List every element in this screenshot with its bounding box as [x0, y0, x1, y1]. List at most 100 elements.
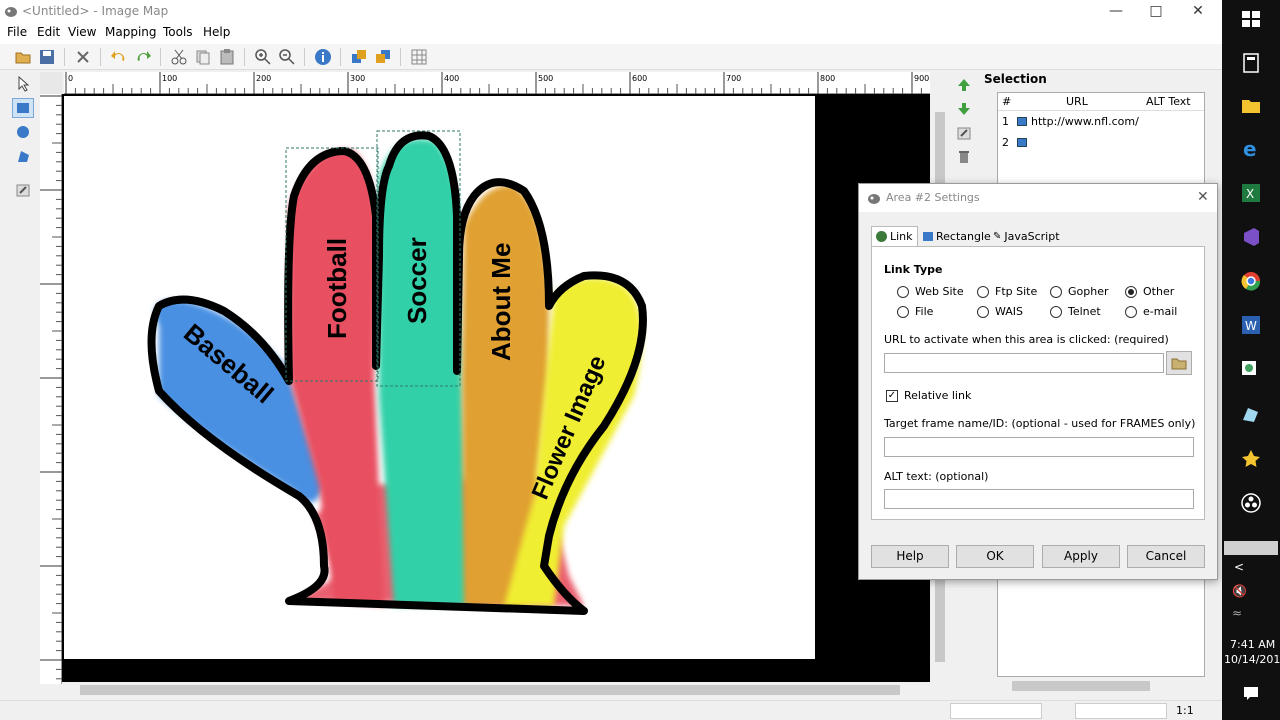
horizontal-ruler: 0 100 200 300 400 500 600 700 800 900 — [64, 72, 930, 94]
label-soccer: Soccer — [402, 237, 432, 324]
column-num[interactable]: # — [1002, 95, 1011, 108]
undo-icon[interactable] — [110, 48, 128, 66]
vertical-ruler — [40, 94, 62, 684]
radio-other[interactable]: Other — [1125, 285, 1174, 298]
alt-text-input[interactable] — [884, 489, 1194, 509]
radio-gopher[interactable]: Gopher — [1050, 285, 1109, 298]
browse-button[interactable] — [1166, 351, 1192, 375]
url-input[interactable] — [884, 353, 1164, 373]
excel-icon[interactable]: X — [1240, 182, 1262, 204]
ruler-label: 500 — [538, 74, 553, 83]
edit-tool[interactable] — [12, 180, 34, 200]
zoom-out-icon[interactable] — [278, 48, 296, 66]
move-to-front-icon[interactable] — [350, 48, 368, 66]
column-url[interactable]: URL — [1066, 95, 1088, 108]
selection-row[interactable]: 1 http://www.nfl.com/ — [998, 113, 1204, 131]
radio-file[interactable]: File — [897, 305, 933, 318]
word-icon[interactable]: W — [1240, 314, 1262, 336]
grid-icon[interactable] — [410, 48, 428, 66]
volume-muted-icon[interactable]: 🔇 — [1232, 584, 1247, 598]
redo-icon[interactable] — [134, 48, 152, 66]
hand-image: Baseball Football Soccer About Me Flower… — [147, 130, 647, 615]
image-canvas[interactable]: Baseball Football Soccer About Me Flower… — [64, 96, 815, 659]
radio-web-site-label: Web Site — [915, 285, 964, 298]
radio-ftp-site-dot — [977, 285, 989, 298]
clock-date[interactable]: 10/14/2017 — [1224, 653, 1280, 666]
visual-studio-icon[interactable] — [1240, 226, 1262, 248]
row-url: http://www.nfl.com/ — [1031, 115, 1139, 128]
save-icon[interactable] — [38, 48, 56, 66]
copy-icon[interactable] — [194, 48, 212, 66]
radio-ftp-site[interactable]: Ftp Site — [977, 285, 1037, 298]
horizontal-scroll-thumb[interactable] — [80, 685, 900, 695]
radio-file-label: File — [915, 305, 934, 318]
finger-football[interactable] — [289, 149, 384, 606]
radio-other-dot — [1125, 285, 1137, 298]
tab-javascript[interactable]: ✎ JavaScript — [989, 226, 1064, 246]
chrome-icon[interactable] — [1240, 270, 1262, 292]
ruler-label: 300 — [350, 74, 365, 83]
target-input[interactable] — [884, 437, 1194, 457]
horizontal-scrollbar[interactable] — [62, 682, 932, 698]
column-alt-text[interactable]: ALT Text — [1146, 95, 1191, 108]
radio-telnet[interactable]: Telnet — [1050, 305, 1101, 318]
apply-button[interactable]: Apply — [1042, 545, 1120, 568]
relative-link-checkbox[interactable]: ✓ Relative link — [886, 389, 971, 402]
maximize-button[interactable]: □ — [1136, 2, 1176, 22]
selection-row[interactable]: 2 — [998, 134, 1204, 152]
menu-edit[interactable]: Edit — [37, 25, 60, 39]
calculator-icon[interactable] — [1240, 52, 1262, 74]
radio-wais[interactable]: WAIS — [977, 305, 1023, 318]
move-down-icon[interactable] — [957, 102, 971, 116]
paint-icon[interactable] — [1240, 404, 1262, 426]
favorites-icon[interactable] — [1240, 448, 1262, 470]
circle-tool[interactable] — [12, 122, 34, 142]
svg-text:e: e — [1243, 138, 1257, 160]
radio-file-dot — [897, 305, 909, 318]
tab-link[interactable]: Link — [871, 226, 918, 246]
obs-icon[interactable] — [1240, 492, 1262, 514]
send-to-back-icon[interactable] — [374, 48, 392, 66]
clock-time[interactable]: 7:41 AM — [1230, 638, 1275, 651]
tab-rectangle[interactable]: Rectangle — [919, 226, 995, 246]
preferences-icon[interactable] — [74, 48, 92, 66]
pointer-tool[interactable] — [12, 74, 34, 94]
list-scroll-thumb[interactable] — [1012, 681, 1150, 691]
rectangle-tool[interactable] — [12, 98, 34, 118]
vertical-ruler-ticks — [40, 95, 62, 680]
action-center-icon[interactable] — [1240, 682, 1262, 704]
zoom-in-icon[interactable] — [254, 48, 272, 66]
info-icon[interactable] — [314, 48, 332, 66]
cut-icon[interactable] — [170, 48, 188, 66]
open-icon[interactable] — [14, 48, 32, 66]
ruler-label: 400 — [444, 74, 459, 83]
edit-area-icon[interactable] — [957, 126, 971, 140]
windows-taskbar: e X W < 🔇 ≈ 7:41 AM 10/14/2017 — [1222, 0, 1280, 720]
file-explorer-icon[interactable] — [1240, 94, 1262, 116]
ok-button[interactable]: OK — [956, 545, 1034, 568]
dialog-close-button[interactable]: ✕ — [1197, 189, 1209, 205]
cancel-button[interactable]: Cancel — [1127, 545, 1205, 568]
radio-email[interactable]: e-mail — [1125, 305, 1177, 318]
chevron-left-icon[interactable]: < — [1234, 560, 1244, 574]
paste-icon[interactable] — [218, 48, 236, 66]
delete-area-icon[interactable] — [957, 150, 971, 164]
gimp-taskbar-icon[interactable] — [1240, 358, 1262, 380]
menu-file[interactable]: File — [7, 25, 27, 39]
status-bar: 1:1 — [0, 700, 1222, 720]
edge-icon[interactable]: e — [1240, 138, 1262, 160]
menu-help[interactable]: Help — [203, 25, 230, 39]
close-button[interactable]: ✕ — [1178, 2, 1218, 22]
menu-tools[interactable]: Tools — [163, 25, 193, 39]
radio-web-site[interactable]: Web Site — [897, 285, 964, 298]
minimize-button[interactable]: — — [1096, 2, 1136, 22]
move-up-icon[interactable] — [957, 78, 971, 92]
windows-start-icon[interactable] — [1240, 8, 1262, 30]
taskbar-scrollbar[interactable] — [1224, 541, 1278, 555]
row-num: 1 — [1002, 115, 1009, 128]
network-icon[interactable]: ≈ — [1232, 606, 1242, 620]
menu-mapping[interactable]: Mapping — [105, 25, 157, 39]
polygon-tool[interactable] — [12, 146, 34, 166]
help-button[interactable]: Help — [871, 545, 949, 568]
menu-view[interactable]: View — [68, 25, 96, 39]
